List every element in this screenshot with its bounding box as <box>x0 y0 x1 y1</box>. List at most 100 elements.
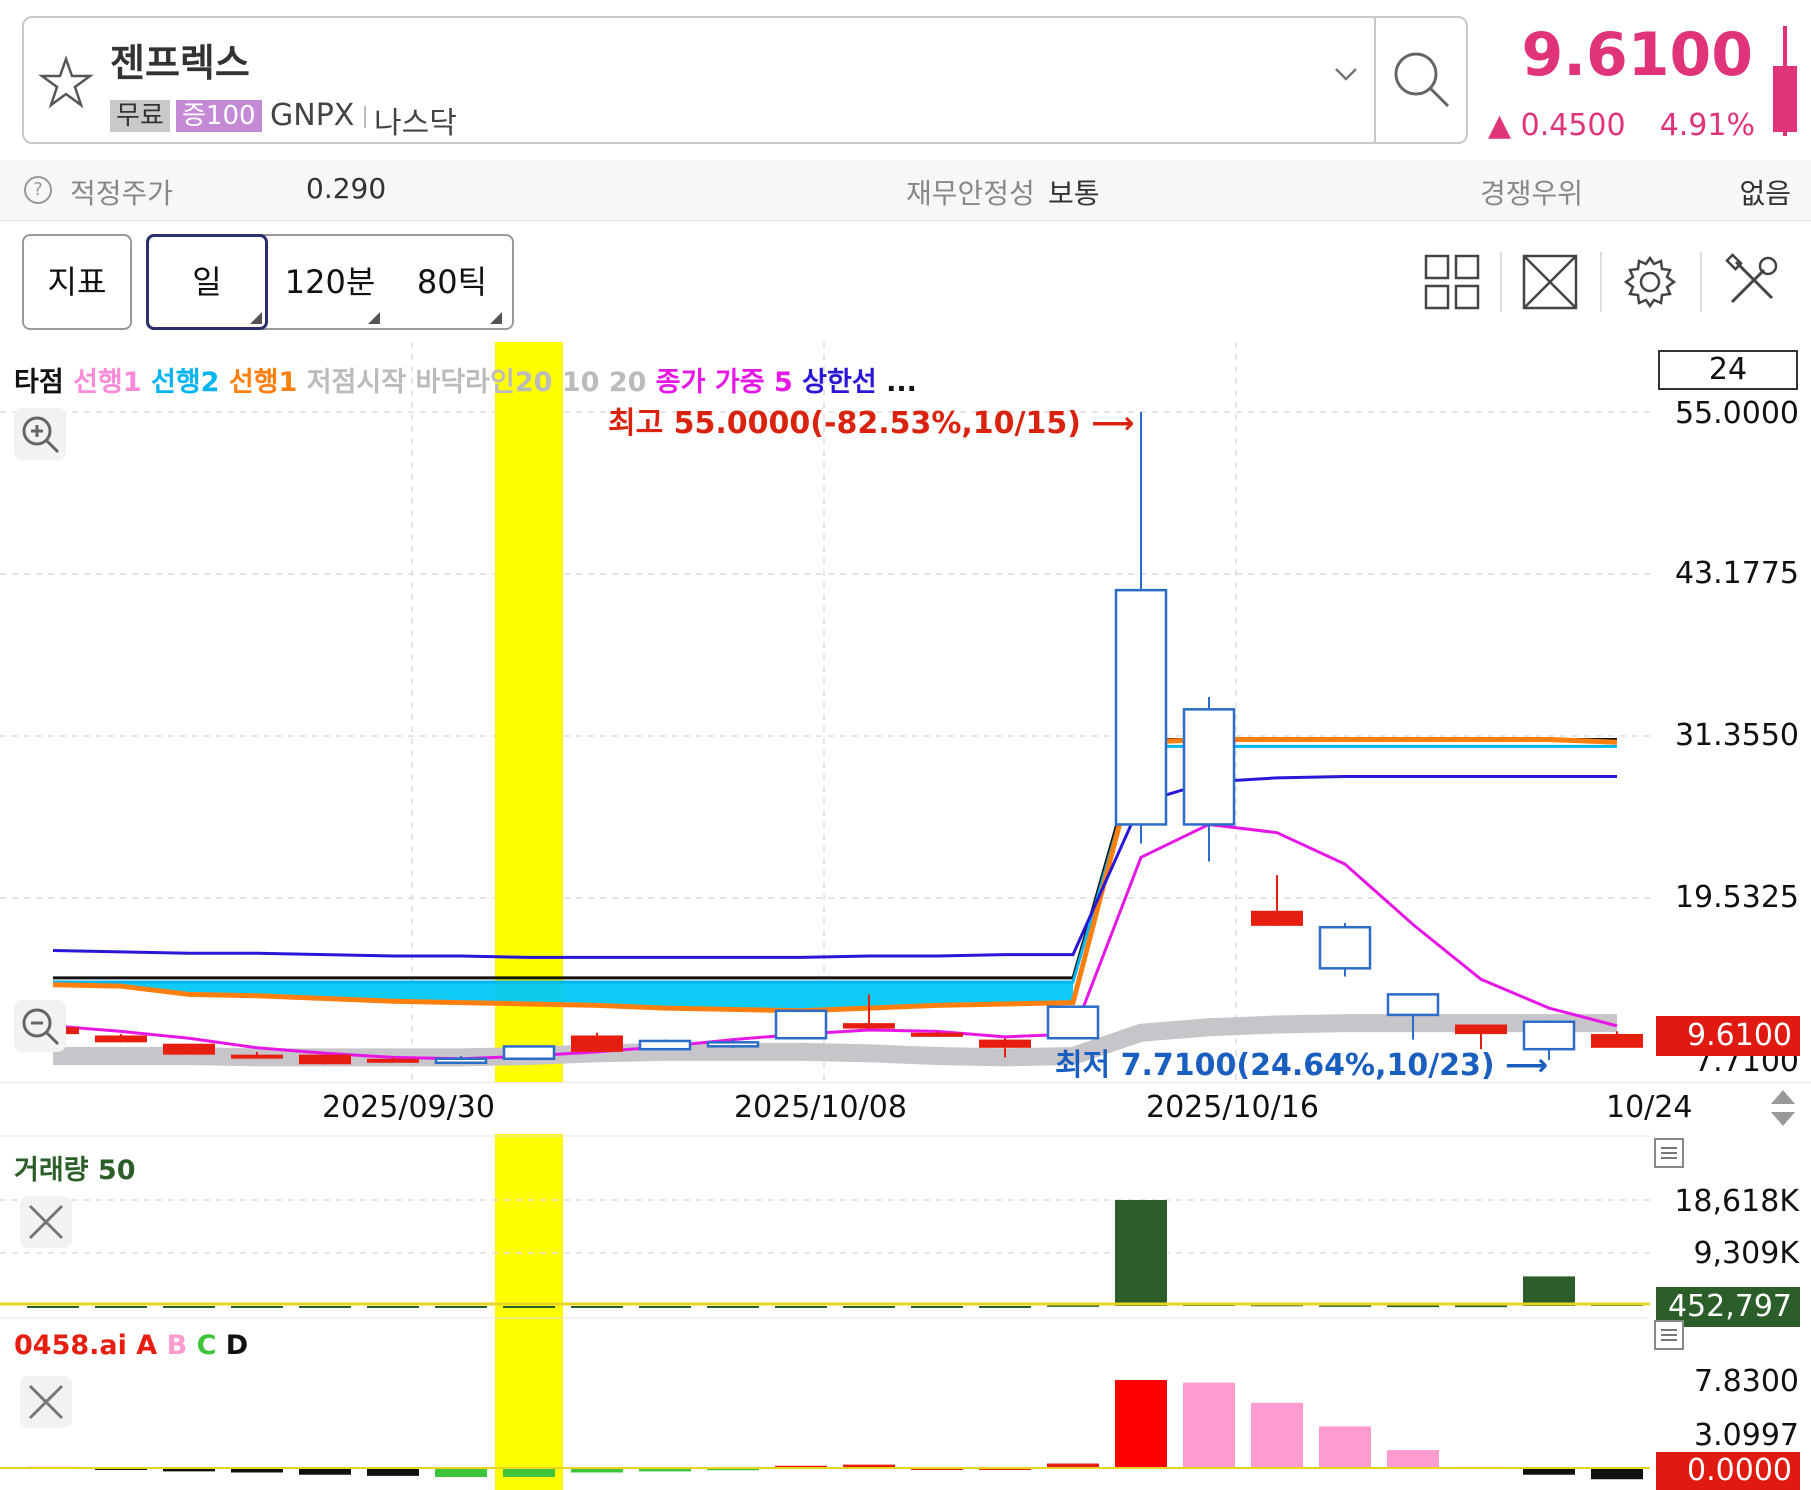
legend-item: 상한선 <box>802 367 887 398</box>
candle-body <box>1455 1024 1507 1035</box>
date-label: 2025/10/16 <box>1146 1090 1319 1125</box>
volume-bar <box>707 1306 759 1308</box>
highlight-column <box>495 1134 563 1490</box>
legend-item: 선행1 <box>73 367 151 398</box>
financial-stability-label: 재무안정성 <box>906 177 1035 210</box>
tools-icon[interactable] <box>1722 252 1782 312</box>
candle-body <box>1318 925 1372 970</box>
ai-bar <box>503 1468 555 1477</box>
volume-bar <box>163 1306 215 1308</box>
candle-body <box>571 1035 623 1052</box>
indicator-button[interactable]: 지표 <box>22 234 132 330</box>
volume-bar <box>979 1306 1031 1308</box>
ai-bar <box>1251 1402 1303 1468</box>
candle-body <box>1114 588 1168 826</box>
volume-bar <box>639 1306 691 1308</box>
candle-body <box>774 1009 828 1040</box>
candle-body <box>1046 1005 1100 1040</box>
legend-item: 종가 가중 5 <box>655 367 803 398</box>
chevron-down-icon[interactable] <box>1332 64 1360 84</box>
ai-bar <box>1115 1380 1167 1468</box>
close-panel-icon[interactable] <box>20 1376 72 1428</box>
candle-body <box>434 1057 488 1065</box>
corner-triangle-icon <box>250 312 262 324</box>
volume-bar <box>367 1306 419 1308</box>
period-count-box[interactable]: 24 <box>1658 350 1798 390</box>
y-tick-label: 43.1775 <box>1674 556 1799 591</box>
volume-legend: 거래량 50 <box>14 1148 136 1187</box>
ai-legend-item: C <box>196 1330 226 1361</box>
legend-item: 선행2 <box>150 367 229 398</box>
ai-indicator-legend: 0458.ai A B C D <box>14 1330 248 1361</box>
volume-bar <box>843 1306 895 1308</box>
candle-body <box>638 1039 692 1051</box>
volume-legend-title: 거래량 50 <box>14 1155 136 1186</box>
corner-triangle-icon <box>490 312 502 324</box>
stock-name: 젠프렉스 <box>110 41 250 85</box>
volume-bar <box>27 1306 79 1308</box>
legend-item: 선행1 <box>228 367 307 398</box>
low-price-annotation: 최저 7.7100(24.64%,10/23) ⟶ <box>1055 1048 1549 1083</box>
candle-body <box>1386 993 1440 1017</box>
margin-badge: 증100 <box>176 100 262 132</box>
y-tick-label: 31.3550 <box>1674 718 1799 753</box>
search-icon[interactable] <box>1390 48 1454 112</box>
volume-bar <box>231 1306 283 1308</box>
legend-item: 10 <box>561 367 609 398</box>
volume-bar <box>435 1306 487 1308</box>
ai-bar <box>299 1468 351 1475</box>
settings-gear-icon[interactable] <box>1620 252 1680 312</box>
plot-area <box>0 342 1650 1082</box>
ai-value-tag: 0.0000 <box>1656 1452 1800 1490</box>
y-tick-label: 19.5325 <box>1674 880 1799 915</box>
price-chart[interactable] <box>0 342 1811 1490</box>
favorite-star-icon[interactable] <box>38 55 94 111</box>
legend-item: ... <box>886 367 917 398</box>
candle-body <box>843 1023 895 1029</box>
candle-body <box>706 1041 760 1048</box>
ai-y-tick: 7.8300 <box>1694 1364 1799 1399</box>
divider <box>1374 16 1376 144</box>
price-change-percent: 4.91% <box>1659 108 1755 143</box>
mini-candle-body <box>1773 66 1797 132</box>
date-label: 2025/09/30 <box>322 1090 495 1125</box>
divider <box>364 106 366 128</box>
close-panel-icon[interactable] <box>20 1196 72 1248</box>
layout-grid-icon[interactable] <box>1422 252 1482 312</box>
candle-body <box>95 1035 147 1043</box>
candle-body <box>299 1054 351 1065</box>
financial-stability-value: 보통 <box>1048 177 1100 210</box>
panel-menu-icon[interactable] <box>1654 1138 1684 1168</box>
volume-bar <box>299 1306 351 1308</box>
zoom-in-icon[interactable] <box>14 408 66 460</box>
ai-bar <box>435 1468 487 1477</box>
scroll-arrows-icon[interactable] <box>1768 1086 1798 1130</box>
ai-bar <box>1387 1450 1439 1468</box>
candle-body <box>231 1054 283 1059</box>
zoom-out-icon[interactable] <box>14 1000 66 1052</box>
date-axis-divider <box>0 1082 1811 1083</box>
fair-price-value: 0.290 <box>306 172 387 205</box>
candle-body <box>367 1058 419 1063</box>
panel-menu-icon[interactable] <box>1654 1320 1684 1350</box>
divider <box>1500 252 1502 312</box>
date-label: 2025/10/08 <box>734 1090 907 1125</box>
ticker-symbol: GNPX <box>270 98 355 133</box>
current-price: 9.6100 <box>1521 20 1753 90</box>
highlight-column <box>495 342 563 1082</box>
volume-bar <box>775 1306 827 1308</box>
fullscreen-icon[interactable] <box>1520 252 1580 312</box>
help-icon[interactable]: ? <box>24 176 52 204</box>
market-name: 나스닥 <box>374 106 457 141</box>
ai-legend-item: B <box>166 1330 197 1361</box>
date-label: 10/24 <box>1606 1090 1693 1125</box>
ai-y-tick: 3.0997 <box>1694 1418 1799 1453</box>
candle-body <box>1591 1033 1643 1048</box>
legend-item: 저점시작 <box>306 367 416 398</box>
legend-item: 바닥라인20 <box>415 367 562 398</box>
candle-body <box>1182 708 1236 826</box>
corner-triangle-icon <box>368 312 380 324</box>
candle-body <box>911 1032 963 1037</box>
high-price-annotation: 최고 55.0000(-82.53%,10/15) ⟶ <box>608 406 1135 441</box>
competitive-advantage-value: 없음 <box>1739 177 1791 210</box>
